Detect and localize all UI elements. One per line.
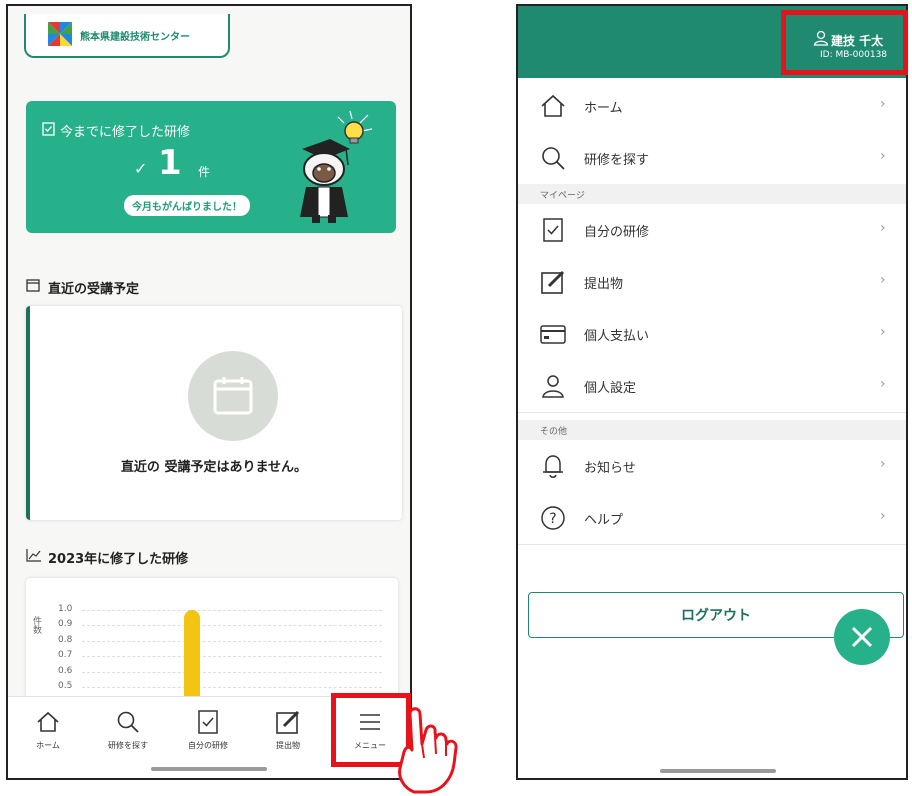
user-info-highlight-box [781, 10, 908, 75]
chart-section-title: 2023年に修了した研修 [48, 552, 189, 567]
chevron-right-icon: › [880, 272, 886, 288]
menu-item-personal-payment[interactable]: 個人支払い › [518, 308, 906, 361]
chevron-right-icon: › [880, 148, 886, 164]
chevron-right-icon: › [880, 324, 886, 340]
menu-item-notifications[interactable]: お知らせ › [518, 440, 906, 493]
check-icon: ✓ [134, 159, 148, 178]
gridline [82, 610, 382, 611]
nav-label: 自分の研修 [188, 741, 228, 750]
nav-label: 提出物 [276, 741, 300, 750]
y-tick-label: 0.5 [58, 681, 73, 691]
menu-item-label: 提出物 [584, 277, 624, 292]
home-icon [37, 711, 59, 732]
menu-item-submissions[interactable]: 提出物 › [518, 256, 906, 309]
calendar-icon [213, 377, 253, 415]
gridline [82, 656, 382, 658]
completed-trainings-card[interactable]: 今までに修了した研修 ✓ 1 件 今月もがんばりました！ [26, 101, 396, 233]
pointing-hand-icon [398, 707, 458, 794]
hero-title: 今までに修了した研修 [60, 125, 191, 140]
logo-text: 熊本県建設技術センター [80, 32, 190, 43]
gridline [82, 625, 382, 627]
mascot-illustration [300, 110, 373, 223]
home-icon [541, 94, 565, 117]
app-logo-tab[interactable]: 熊本県建設技術センター [24, 14, 230, 58]
nav-submissions[interactable]: 提出物 [248, 697, 328, 757]
no-schedule-message: 直近の 受講予定はありません。 [120, 460, 308, 475]
chevron-right-icon: › [880, 456, 886, 472]
schedule-section-title: 直近の受講予定 [48, 282, 140, 297]
menu-item-home[interactable]: ホーム › [518, 80, 906, 133]
chevron-right-icon: › [880, 508, 886, 524]
chart-bar [184, 610, 200, 708]
chart-ylabel: 件数 [31, 616, 41, 634]
section-header-mypage: マイページ [518, 184, 906, 204]
edit-icon [276, 710, 300, 734]
home-indicator [151, 767, 267, 771]
bookmark-icon [198, 710, 218, 734]
empty-calendar-illustration [188, 351, 278, 441]
gridline [82, 671, 382, 673]
edit-icon [541, 270, 565, 294]
left-phone-screen: 熊本県建設技術センター 今までに修了した研修 ✓ 1 件 今月もがんばりました！ [6, 4, 412, 780]
trend-icon [26, 549, 41, 562]
help-icon: ? [541, 506, 565, 530]
gridline [82, 687, 382, 688]
menu-item-label: 研修を探す [584, 153, 650, 168]
bookmark-icon [42, 122, 55, 136]
card-icon [540, 325, 566, 344]
chevron-right-icon: › [880, 220, 886, 236]
menu-item-label: 個人設定 [584, 381, 637, 396]
gridline [82, 640, 382, 642]
menu-item-label: 自分の研修 [584, 225, 650, 240]
svg-text:?: ? [549, 511, 556, 527]
menu-item-label: 個人支払い [584, 329, 650, 344]
menu-item-label: ホーム [584, 101, 623, 116]
y-tick-label: 0.6 [58, 665, 73, 676]
menu-item-personal-settings[interactable]: 個人設定 › [518, 360, 906, 413]
nav-my-trainings[interactable]: 自分の研修 [168, 697, 248, 757]
user-icon [542, 375, 564, 398]
y-tick-label: 0.7 [58, 650, 73, 661]
chevron-right-icon: › [880, 96, 886, 112]
nav-label: ホーム [36, 741, 60, 750]
close-menu-button[interactable] [834, 609, 890, 665]
count-unit: 件 [198, 165, 211, 179]
nav-home[interactable]: ホーム [8, 697, 88, 757]
search-icon [542, 147, 565, 170]
menu-item-help[interactable]: ? ヘルプ › [518, 492, 906, 545]
menu-item-label: お知らせ [584, 461, 636, 476]
menu-item-my-trainings[interactable]: 自分の研修 › [518, 204, 906, 257]
calendar-icon [26, 279, 40, 292]
y-tick-label: 0.8 [58, 634, 73, 645]
completed-trainings-chart: 件数 1.0 0.9 0.8 0.7 0.6 0.5 [26, 578, 398, 708]
menu-item-search[interactable]: 研修を探す › [518, 132, 906, 185]
nav-label: 研修を探す [108, 741, 148, 750]
nav-search[interactable]: 研修を探す [88, 697, 168, 757]
encouragement-badge: 今月もがんばりました！ [124, 195, 250, 216]
bell-icon [543, 455, 563, 478]
logo-icon [46, 20, 74, 48]
y-tick-label: 1.0 [58, 604, 73, 614]
search-icon [117, 711, 139, 733]
bookmark-icon [543, 218, 563, 242]
home-indicator [660, 769, 776, 773]
menu-item-label: ヘルプ [584, 513, 624, 528]
y-tick-label: 0.9 [58, 619, 73, 630]
close-icon [851, 626, 873, 648]
chevron-right-icon: › [880, 376, 886, 392]
section-header-other: その他 [518, 420, 906, 440]
upcoming-schedule-card: 直近の 受講予定はありません。 [26, 306, 402, 520]
right-phone-menu-screen: 建技 千太 ID: MB-000138 ホーム › 研修を探す › マイページ … [516, 4, 908, 780]
completed-count: 1 [158, 143, 182, 183]
